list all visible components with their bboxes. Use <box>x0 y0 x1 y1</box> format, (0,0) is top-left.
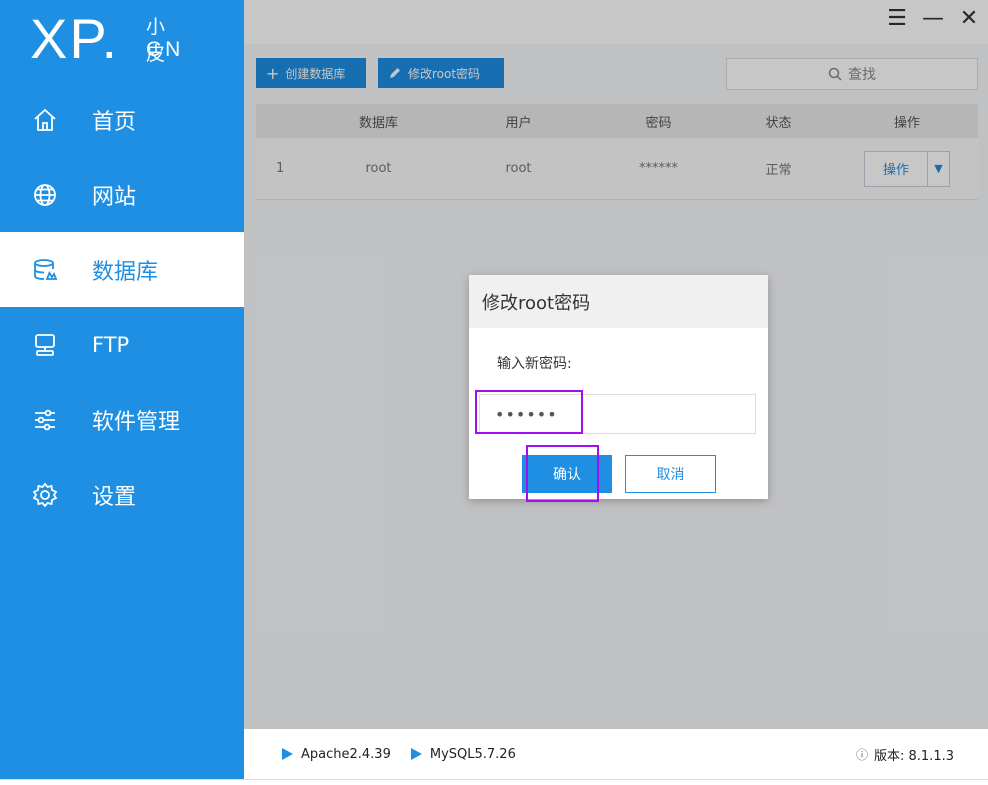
database-icon <box>32 257 58 283</box>
service-label: Apache2.4.39 <box>301 746 391 762</box>
status-footer: Apache2.4.39 MySQL5.7.26 ⓘ 版本: 8.1.1.3 <box>244 729 988 779</box>
new-password-label: 输入新密码: <box>497 356 572 372</box>
sidebar-item-label: 设置 <box>92 484 137 510</box>
password-value: •••••• <box>495 404 558 424</box>
sidebar-item-label: FTP <box>92 332 130 357</box>
sidebar-item-database[interactable]: 数据库 <box>0 232 244 307</box>
info-icon: ⓘ <box>855 747 868 762</box>
cancel-button[interactable]: 取消 <box>625 455 716 493</box>
version-label: 版本: 8.1.1.3 <box>874 748 954 764</box>
sidebar-item-website[interactable]: 网站 <box>0 157 244 232</box>
sidebar-item-home[interactable]: 首页 <box>0 82 244 157</box>
service-label: MySQL5.7.26 <box>429 746 516 762</box>
service-apache[interactable]: Apache2.4.39 <box>282 747 391 762</box>
gear-icon <box>32 482 58 508</box>
dialog-title: 修改root密码 <box>469 275 768 328</box>
logo-main: XP. <box>30 7 120 70</box>
home-icon <box>32 107 58 133</box>
sidebar-item-label: 首页 <box>92 109 137 135</box>
globe-icon <box>32 182 58 208</box>
sidebar-item-settings[interactable]: 设置 <box>0 457 244 532</box>
sidebar: XP. 小皮 CN 首页 网站 数据库 FTP 软件管理 设置 <box>0 0 244 779</box>
confirm-button[interactable]: 确认 <box>522 455 612 493</box>
sliders-icon <box>32 407 58 433</box>
sidebar-item-label: 网站 <box>92 184 137 210</box>
sidebar-nav: 首页 网站 数据库 FTP 软件管理 设置 <box>0 82 244 532</box>
sidebar-item-label: 数据库 <box>92 259 159 285</box>
sidebar-item-ftp[interactable]: FTP <box>0 307 244 382</box>
sidebar-item-software[interactable]: 软件管理 <box>0 382 244 457</box>
new-password-field[interactable]: •••••• <box>479 394 756 434</box>
window-bottom-edge <box>0 779 988 785</box>
change-password-dialog: 修改root密码 输入新密码: •••••• 确认 取消 <box>469 275 768 499</box>
play-icon <box>282 748 293 760</box>
version-info: ⓘ 版本: 8.1.1.3 <box>856 745 954 764</box>
play-icon <box>410 748 422 760</box>
service-mysql[interactable]: MySQL5.7.26 <box>410 746 516 762</box>
sidebar-item-label: 软件管理 <box>92 409 181 435</box>
server-icon <box>32 332 58 358</box>
logo-domain: CN <box>146 38 185 61</box>
